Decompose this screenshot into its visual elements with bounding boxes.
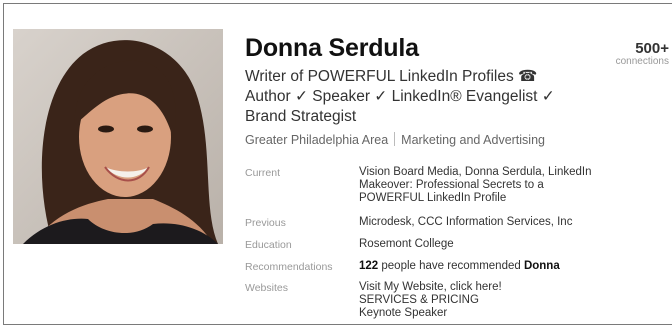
recommendations-text: people have recommended [378,260,524,272]
connections-count: 500+ [635,40,669,57]
recommendations-name: Donna [523,260,560,272]
current-value[interactable]: Vision Board Media, Donna Serdula, Linke… [359,166,609,205]
website-link[interactable]: Keynote Speaker [359,307,609,320]
connections-label: connections [615,56,669,67]
recommendations-label: Recommendations [245,261,333,273]
profile-photo-image [13,29,223,244]
website-link[interactable]: Visit My Website, click here! [359,281,609,294]
industry-link[interactable]: Marketing and Advertising [401,133,545,147]
education-value[interactable]: Rosemont College [359,238,609,251]
headline-line-3: Brand Strategist [245,108,357,125]
websites-label: Websites [245,282,288,294]
website-link[interactable]: SERVICES & PRICING [359,294,609,307]
education-label: Education [245,239,292,251]
previous-label: Previous [245,217,286,229]
headline-line-2: Author ✓ Speaker ✓ LinkedIn® Evangelist … [245,88,555,105]
previous-value[interactable]: Microdesk, CCC Information Services, Inc [359,216,609,229]
recommendations-value[interactable]: 122 people have recommended Donna [359,260,609,273]
websites-list: Visit My Website, click here! SERVICES &… [359,281,609,320]
profile-photo[interactable] [13,29,223,244]
profile-headline: Writer of POWERFUL LinkedIn Profiles ☎ A… [245,67,575,127]
current-label: Current [245,167,281,179]
meta-divider [394,132,396,146]
headline-line-1: Writer of POWERFUL LinkedIn Profiles ☎ [245,68,538,85]
profile-meta: Greater Philadelphia Area Marketing and A… [245,132,545,147]
location-link[interactable]: Greater Philadelphia Area [245,133,388,147]
recommendations-count: 122 [359,260,379,272]
connections-badge: 500+ connections [616,40,669,67]
profile-card: Donna Serdula Writer of POWERFUL LinkedI… [3,3,672,325]
profile-name: Donna Serdula [245,34,419,62]
